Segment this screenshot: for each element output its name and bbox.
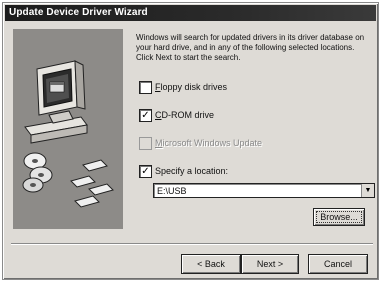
- windows-update-label: Microsoft Windows Update: [155, 138, 263, 148]
- title-bar: Update Device Driver Wizard: [5, 5, 376, 21]
- cdrom-checkbox[interactable]: ✓: [139, 109, 152, 122]
- chevron-down-icon[interactable]: ▼: [361, 184, 374, 197]
- browse-button[interactable]: Browse...: [313, 208, 365, 226]
- computer-with-discs-icon: [22, 60, 114, 208]
- location-combobox[interactable]: E:\USB ▼: [153, 183, 375, 198]
- specify-location-checkbox[interactable]: ✓: [139, 165, 152, 178]
- cancel-button[interactable]: Cancel: [308, 254, 368, 274]
- cdrom-label: CD-ROM drive: [155, 110, 215, 120]
- windows-update-checkbox[interactable]: [139, 137, 152, 150]
- browse-button-label: Browse...: [316, 211, 362, 223]
- floppy-label: Floppy disk drives: [155, 82, 228, 92]
- separator: [11, 243, 373, 245]
- location-value[interactable]: E:\USB: [157, 185, 187, 197]
- wizard-window: Update Device Driver Wizard Windows will…: [2, 2, 379, 280]
- next-button[interactable]: Next >: [241, 254, 299, 274]
- specify-location-label: Specify a location:: [155, 166, 229, 176]
- back-button[interactable]: < Back: [181, 254, 241, 274]
- wizard-illustration: [13, 29, 123, 229]
- floppy-checkbox[interactable]: [139, 81, 152, 94]
- intro-text: Windows will search for updated drivers …: [136, 33, 365, 62]
